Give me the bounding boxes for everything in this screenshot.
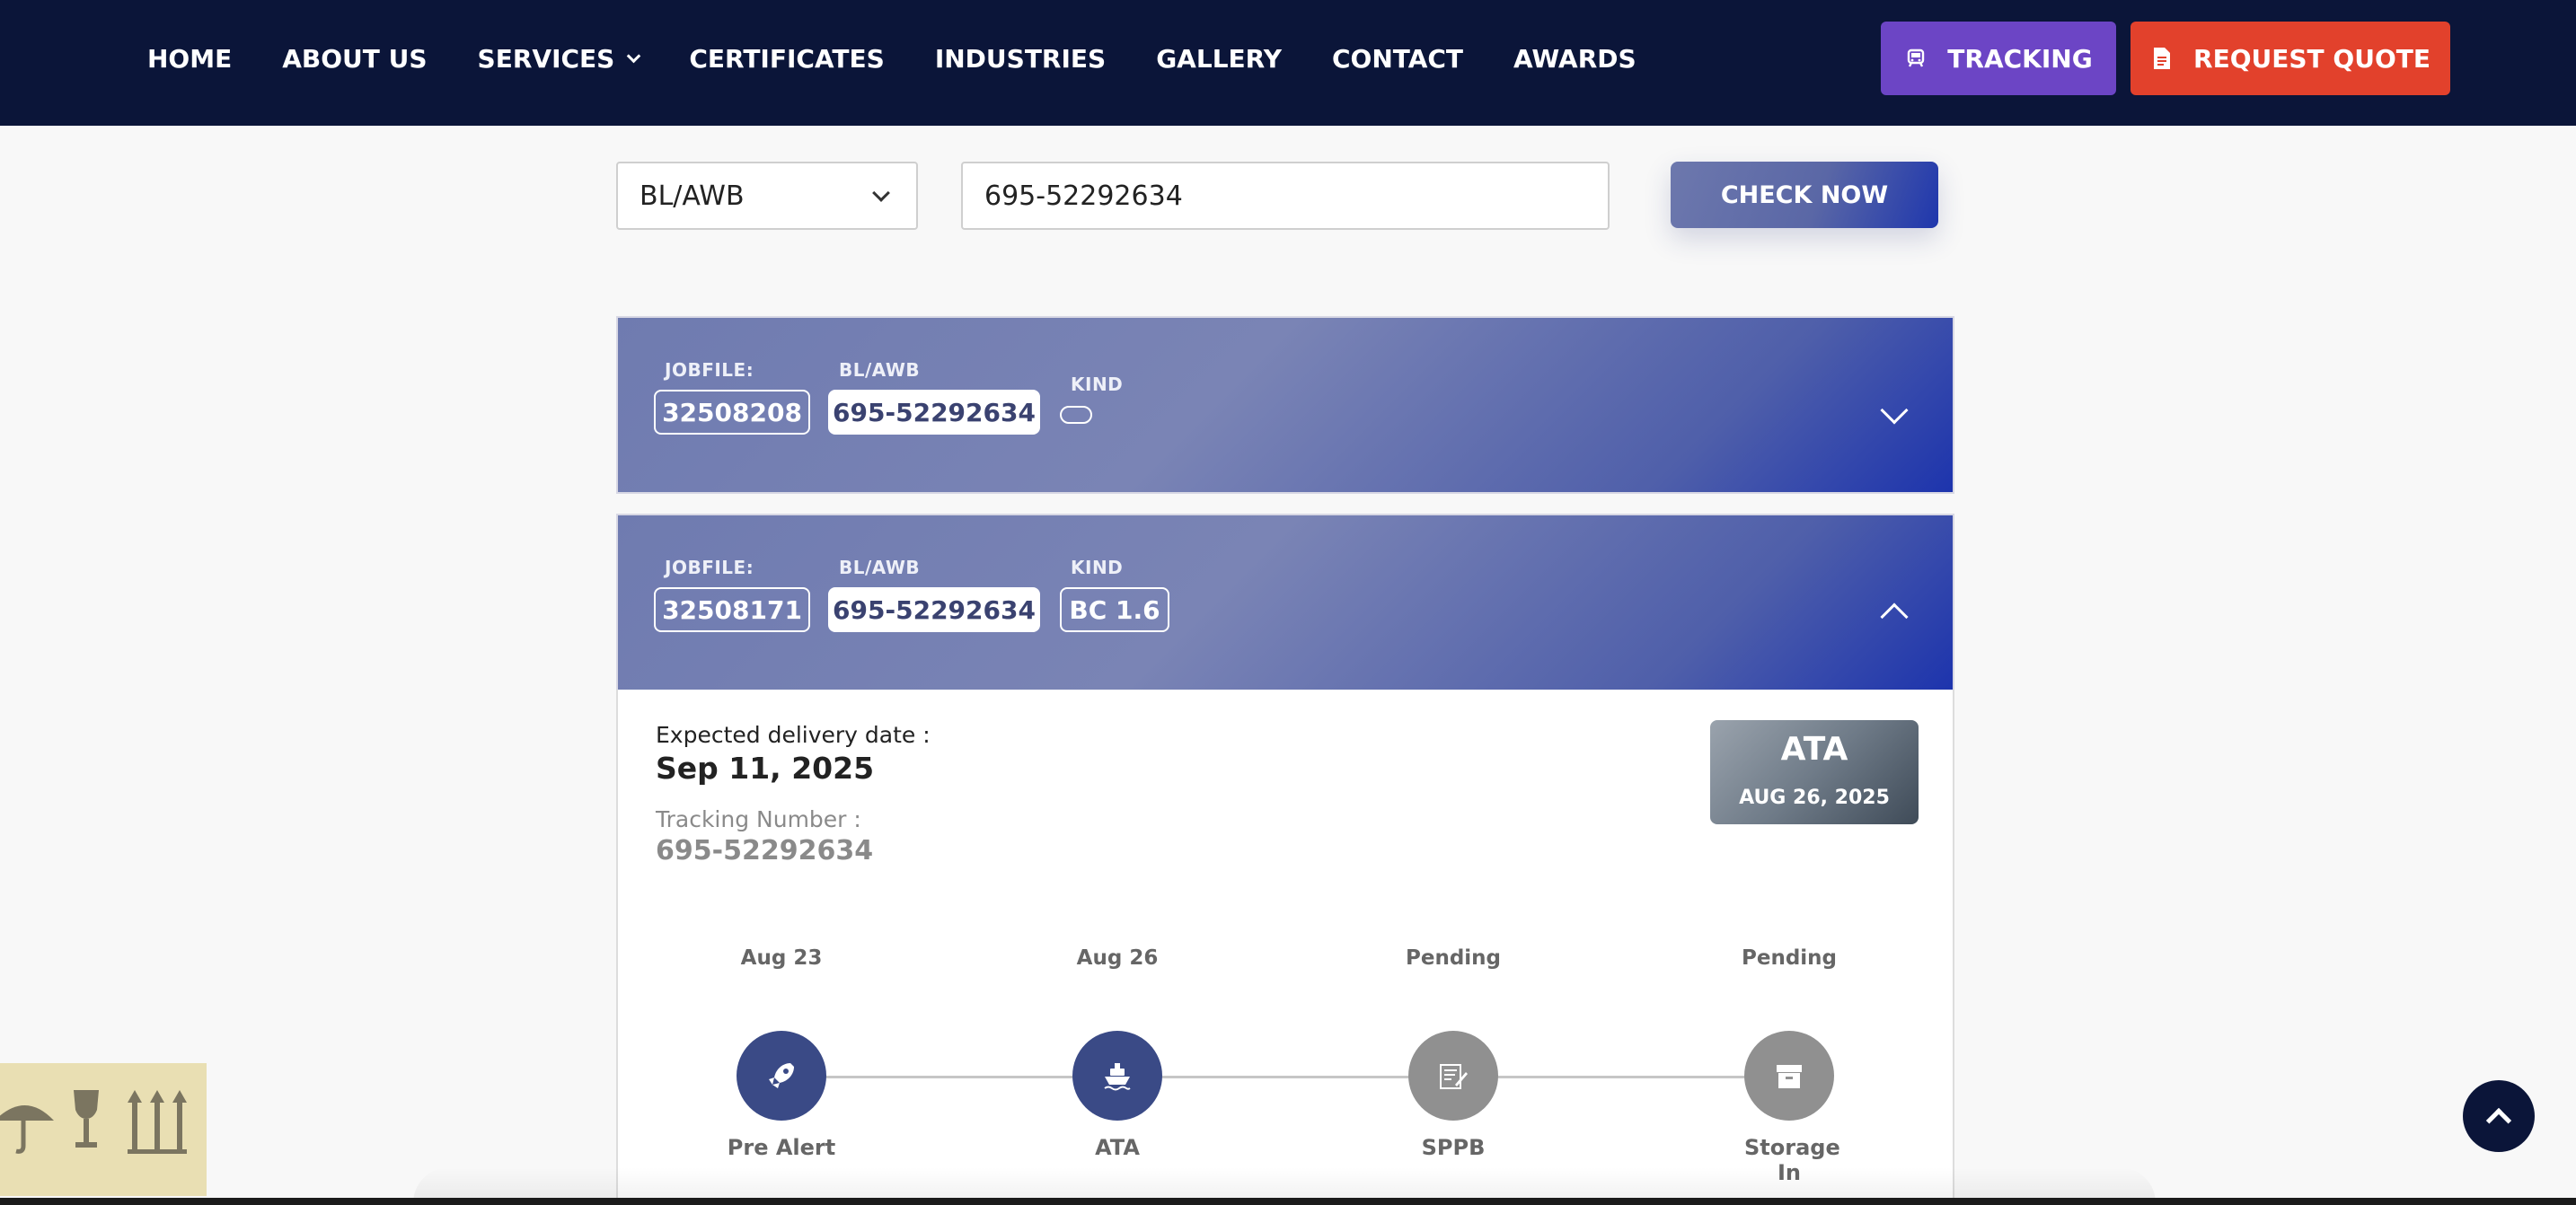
chevron-up-icon	[2485, 1107, 2512, 1134]
jobfile-value: 32508208	[654, 390, 810, 435]
nav-contact[interactable]: CONTACT	[1332, 44, 1463, 74]
request-quote-button[interactable]: REQUEST QUOTE	[2130, 22, 2450, 95]
handling-symbols-sticker	[0, 1063, 207, 1196]
expected-delivery-label: Expected delivery date :	[656, 722, 931, 748]
check-now-button[interactable]: CHECK NOW	[1671, 162, 1938, 228]
expected-delivery-value: Sep 11, 2025	[656, 751, 875, 786]
kind-label: KIND	[1071, 374, 1124, 395]
tracking-button-label: TRACKING	[1947, 43, 2093, 74]
status-date: AUG 26, 2025	[1739, 787, 1890, 809]
step-date: Aug 23	[740, 946, 823, 970]
progress-track-line	[781, 1076, 1787, 1078]
truck-icon	[1904, 47, 1928, 70]
nav-awards[interactable]: AWARDS	[1513, 44, 1636, 74]
nav-services[interactable]: SERVICES	[477, 43, 641, 74]
status-title: ATA	[1780, 731, 1848, 768]
top-navbar: HOME ABOUT US SERVICES CERTIFICATES INDU…	[0, 0, 2576, 126]
kind-value	[1060, 406, 1092, 424]
document-sign-icon	[1408, 1031, 1498, 1121]
step-date: Pending	[1405, 946, 1501, 970]
step-date: Pending	[1741, 946, 1837, 970]
document-icon	[2150, 47, 2174, 70]
bottom-edge-bar	[0, 1198, 2576, 1205]
nav-home[interactable]: HOME	[147, 44, 232, 74]
blawb-label: BL/AWB	[839, 557, 921, 578]
tracking-number-display: 695-52292634	[656, 835, 874, 866]
jobfile-label: JOBFILE:	[665, 359, 754, 381]
ship-icon	[1072, 1031, 1162, 1121]
nav-links: HOME ABOUT US SERVICES CERTIFICATES INDU…	[147, 0, 1687, 117]
blawb-value: 695-52292634	[828, 587, 1040, 632]
tracking-type-value: BL/AWB	[640, 180, 745, 212]
shipment-detail-panel: Expected delivery date : Sep 11, 2025 Tr…	[616, 690, 1954, 1205]
result-card-collapsed[interactable]: JOBFILE: 32508208 BL/AWB 695-52292634 KI…	[616, 316, 1954, 494]
step-date: Aug 26	[1076, 946, 1159, 970]
nav-industries[interactable]: INDUSTRIES	[935, 44, 1106, 74]
kind-label: KIND	[1071, 557, 1124, 578]
rocket-icon	[737, 1031, 826, 1121]
archive-box-icon	[1744, 1031, 1834, 1121]
jobfile-label: JOBFILE:	[665, 557, 754, 578]
blawb-value: 695-52292634	[828, 390, 1040, 435]
tracking-number-label: Tracking Number :	[656, 806, 861, 832]
chevron-down-icon	[872, 184, 890, 202]
kind-value: BC 1.6	[1060, 587, 1169, 632]
tracking-number-input[interactable]: 695-52292634	[961, 162, 1610, 230]
umbrella-glass-arrows-icon	[0, 1090, 187, 1154]
nav-services-label: SERVICES	[477, 43, 615, 74]
result-card-expanded[interactable]: JOBFILE: 32508171 BL/AWB 695-52292634 KI…	[616, 514, 1954, 691]
tracking-number-value: 695-52292634	[984, 180, 1183, 212]
step-label: Pre Alert	[727, 1135, 836, 1160]
step-label: ATA	[1095, 1135, 1140, 1160]
step-label: SPPB	[1421, 1135, 1486, 1160]
chevron-down-icon	[627, 48, 641, 63]
tracking-type-select[interactable]: BL/AWB	[616, 162, 918, 230]
nav-about-us[interactable]: ABOUT US	[282, 44, 427, 74]
chevron-up-icon[interactable]	[1880, 602, 1909, 631]
request-quote-label: REQUEST QUOTE	[2193, 43, 2430, 74]
scroll-to-top-button[interactable]	[2463, 1080, 2535, 1152]
nav-gallery[interactable]: GALLERY	[1156, 44, 1282, 74]
current-status-badge: ATA AUG 26, 2025	[1710, 720, 1919, 824]
tracking-button[interactable]: TRACKING	[1881, 22, 2116, 95]
blawb-label: BL/AWB	[839, 359, 921, 381]
nav-certificates[interactable]: CERTIFICATES	[689, 44, 884, 74]
jobfile-value: 32508171	[654, 587, 810, 632]
chevron-down-icon[interactable]	[1880, 396, 1909, 425]
